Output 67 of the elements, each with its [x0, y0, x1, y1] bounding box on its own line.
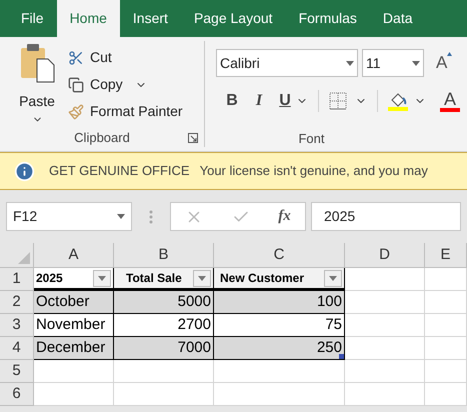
banner-message: Your license isn't genuine, and you may [200, 162, 428, 180]
table-cell [425, 337, 467, 360]
font-size-field[interactable]: 11 [362, 49, 424, 77]
column-header[interactable]: E [425, 243, 467, 268]
format-painter-button[interactable]: Format Painter [68, 101, 183, 122]
filter-button[interactable] [93, 270, 111, 287]
grip-icon [149, 210, 153, 224]
up-arrow-icon [447, 52, 452, 56]
italic-button[interactable]: I [244, 89, 274, 113]
copy-button[interactable]: Copy [68, 74, 123, 95]
scissors-icon [68, 50, 84, 66]
dropdown-arrow-icon[interactable] [98, 276, 106, 281]
banner-title: GET GENUINE OFFICE [49, 162, 190, 180]
dropdown-arrow-icon[interactable] [412, 60, 420, 66]
table-cell [425, 268, 467, 291]
filter-button[interactable] [324, 270, 342, 287]
ribbon-tab[interactable]: Page Layout [180, 0, 286, 37]
column-header[interactable]: B [114, 243, 214, 268]
paintbrush-icon [68, 104, 84, 120]
header-cell: 2025 [34, 268, 114, 291]
row-header[interactable]: 5 [0, 360, 34, 383]
table-cell [425, 291, 467, 314]
borders-icon[interactable] [329, 92, 347, 110]
column-header[interactable]: C [214, 243, 345, 268]
table-cell [425, 383, 467, 406]
cut-button[interactable]: Cut [68, 47, 183, 68]
paste-button[interactable]: Paste [14, 43, 60, 129]
name-box[interactable]: F12 [6, 202, 132, 231]
group-label: Clipboard [74, 129, 130, 148]
ribbon-tab[interactable]: Formulas [286, 0, 370, 37]
resize-handle-icon[interactable] [339, 354, 344, 359]
ribbon-tab[interactable]: Data [370, 0, 426, 37]
filter-button[interactable] [193, 270, 211, 287]
row-header[interactable]: 6 [0, 383, 34, 406]
info-icon [14, 160, 35, 182]
dropdown-arrow-icon[interactable] [198, 276, 206, 281]
copy-icon [68, 76, 84, 92]
header-cell: New Customer [214, 268, 345, 291]
group-label: Font [298, 130, 324, 147]
bold-button[interactable]: B [220, 89, 244, 113]
formula-field[interactable]: 2025 [311, 202, 461, 231]
row-header[interactable]: 3 [0, 314, 34, 337]
header-cell: Total Sale [114, 268, 214, 291]
clipboard-icon [19, 43, 55, 83]
font-color-button[interactable]: A [440, 90, 460, 112]
underline-button[interactable]: U [274, 89, 296, 113]
insert-function-button[interactable]: fx [278, 205, 291, 228]
table-cell: 7000 [114, 337, 214, 360]
ribbon-tab[interactable]: Home [56, 0, 120, 37]
dialog-launcher-icon[interactable] [188, 133, 198, 143]
column-header[interactable]: D [345, 243, 425, 268]
column-header[interactable]: A [34, 243, 114, 268]
table-cell: 250 [214, 337, 345, 360]
table-cell [425, 360, 467, 383]
row-header[interactable]: 2 [0, 291, 34, 314]
dropdown-arrow-icon[interactable] [346, 60, 354, 66]
ribbon-tab[interactable]: Insert [120, 0, 181, 37]
table-cell: December [34, 337, 114, 360]
table-cell [425, 314, 467, 337]
fill-color-icon[interactable] [388, 91, 408, 111]
grow-font-button[interactable]: A [436, 50, 452, 76]
row-header[interactable]: 1 [0, 268, 34, 291]
row-header[interactable]: 4 [0, 337, 34, 360]
ribbon-tab[interactable]: File [8, 0, 57, 37]
font-name-field[interactable]: Calibri [216, 49, 358, 77]
dropdown-arrow-icon[interactable] [329, 276, 337, 281]
dropdown-arrow-icon[interactable] [117, 214, 125, 219]
